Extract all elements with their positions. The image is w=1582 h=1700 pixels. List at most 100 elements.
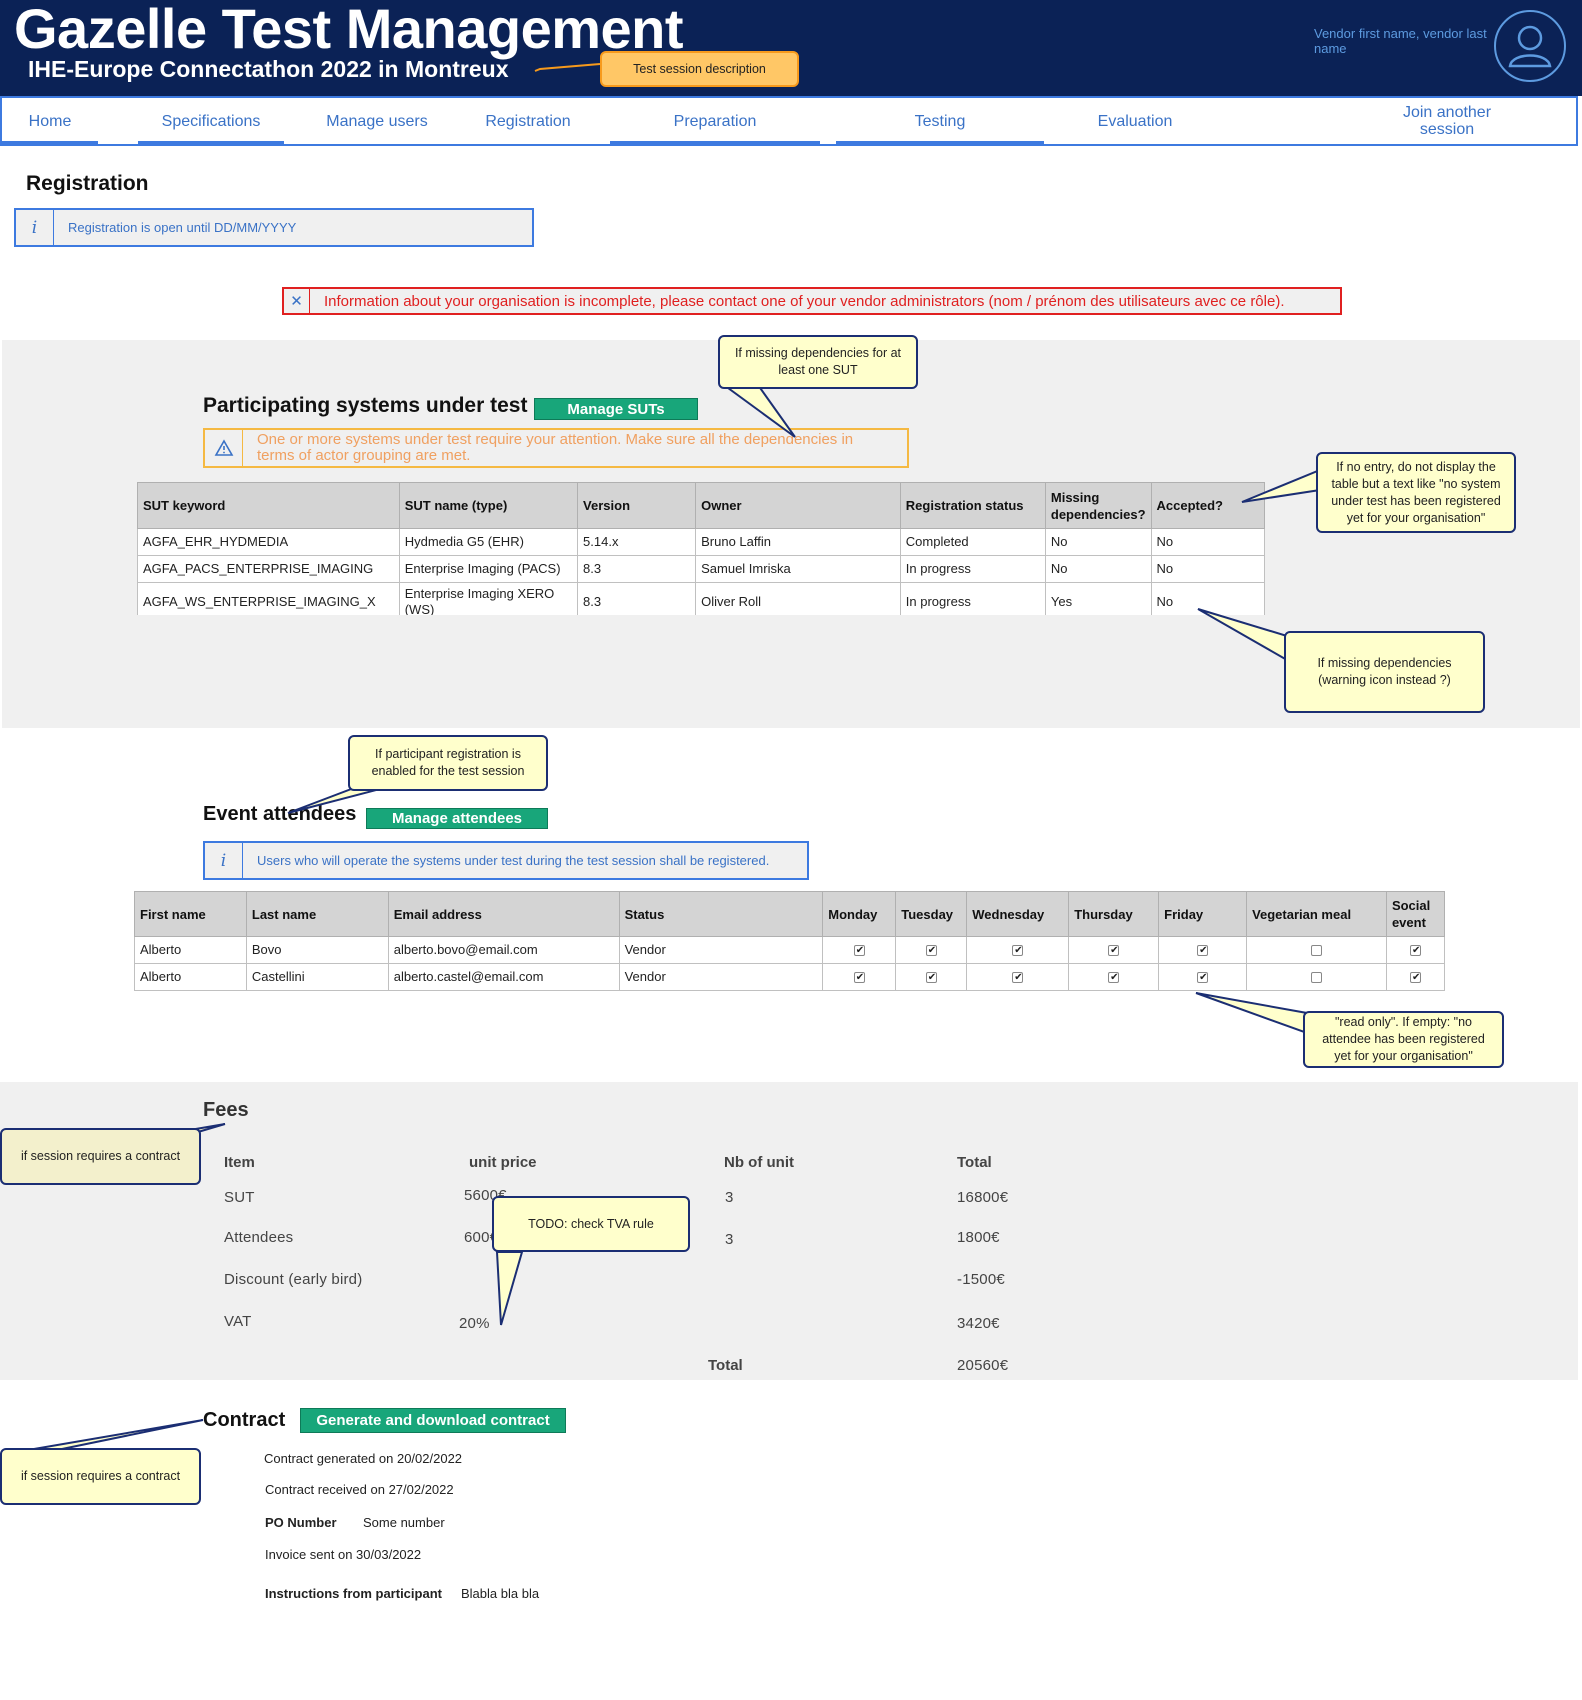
- session-title: IHE-Europe Connectathon 2022 in Montreux: [28, 56, 509, 82]
- nav-manage-users[interactable]: Manage users: [312, 98, 442, 144]
- sut-missing-deps: No: [1044, 528, 1152, 556]
- close-icon[interactable]: ✕: [284, 289, 310, 313]
- tuesday-checkbox: [925, 943, 937, 959]
- sut-keyword: AGFA_PACS_ENTERPRISE_IMAGING: [137, 555, 400, 583]
- att-col-social: Social event: [1385, 891, 1446, 937]
- user-icon[interactable]: [1494, 10, 1566, 82]
- att-status: Vendor: [618, 936, 824, 964]
- vegetarian-checkbox: [1311, 945, 1322, 957]
- contract-generated: Contract generated on 20/02/2022: [264, 1451, 463, 1466]
- registration-info-banner: i Registration is open until DD/MM/YYYY: [14, 208, 534, 247]
- fees-grand-total: 20560€: [957, 1357, 1009, 1374]
- sut-warning-banner: One or more systems under test require y…: [203, 428, 909, 468]
- error-text: Information about your organisation is i…: [324, 292, 1285, 310]
- manage-suts-button[interactable]: Manage SUTs: [534, 398, 698, 420]
- nav-testing[interactable]: Testing: [836, 98, 1044, 144]
- nav-testing-underline: [836, 141, 1044, 144]
- fees-col-nb: Nb of unit: [724, 1154, 794, 1171]
- attendees-table: First name Last name Email address Statu…: [134, 891, 1446, 991]
- callout-contract: if session requires a contract: [0, 1448, 201, 1505]
- nav-registration[interactable]: Registration: [468, 98, 588, 144]
- monday-checkbox: [853, 970, 865, 986]
- nav-specifications[interactable]: Specifications: [138, 98, 284, 144]
- sut-status: In progress: [899, 582, 1046, 615]
- sut-status: In progress: [899, 555, 1046, 583]
- attendees-info-text: Users who will operate the systems under…: [257, 853, 770, 868]
- nav-home[interactable]: Home: [2, 98, 98, 144]
- fee-total: 1800€: [957, 1229, 1000, 1246]
- sut-version: 8.3: [577, 555, 697, 583]
- wednesday-checkbox: [1012, 970, 1024, 986]
- fee-nb: 3: [725, 1231, 734, 1248]
- nav-preparation-underline: [610, 141, 820, 144]
- att-col-thursday: Thursday: [1068, 891, 1160, 937]
- fee-item: VAT: [224, 1313, 252, 1330]
- nav-home-underline: [2, 141, 98, 144]
- table-row[interactable]: Alberto Castellini alberto.castel@email.…: [134, 963, 1446, 991]
- manage-attendees-button[interactable]: Manage attendees: [366, 808, 548, 829]
- att-col-email: Email address: [387, 891, 620, 937]
- nav-specifications-underline: [138, 141, 284, 144]
- friday-checkbox: [1197, 943, 1209, 959]
- registration-info-text: Registration is open until DD/MM/YYYY: [68, 220, 297, 235]
- user-name[interactable]: Vendor first name, vendor last name: [1314, 26, 1494, 56]
- att-col-tuesday: Tuesday: [895, 891, 968, 937]
- table-row[interactable]: Alberto Bovo alberto.bovo@email.com Vend…: [134, 936, 1446, 964]
- att-col-vegetarian: Vegetarian meal: [1246, 891, 1387, 937]
- fee-item: Discount (early bird): [224, 1271, 363, 1288]
- att-col-last: Last name: [245, 891, 389, 937]
- main-nav: Home Specifications Manage users Registr…: [0, 96, 1578, 146]
- sut-accepted: No: [1150, 582, 1265, 615]
- fee-total: 3420€: [957, 1315, 1000, 1332]
- sut-col-status: Registration status: [899, 482, 1046, 529]
- wednesday-checkbox: [1012, 943, 1024, 959]
- sut-col-keyword: SUT keyword: [137, 482, 400, 529]
- attendees-section-title: Event attendees: [203, 803, 357, 825]
- table-row[interactable]: AGFA_WS_ENTERPRISE_IMAGING_X Enterprise …: [137, 582, 1265, 615]
- instructions-value: Blabla bla bla: [461, 1586, 540, 1601]
- sut-accepted: No: [1150, 555, 1265, 583]
- sut-status: Completed: [899, 528, 1046, 556]
- thursday-checkbox: [1108, 970, 1120, 986]
- table-row[interactable]: AGFA_EHR_HYDMEDIA Hydmedia G5 (EHR) 5.14…: [137, 528, 1265, 556]
- callout-missing-deps-icon: If missing dependencies (warning icon in…: [1284, 631, 1485, 713]
- att-email: alberto.castel@email.com: [387, 963, 620, 991]
- contract-section-title: Contract: [203, 1409, 286, 1431]
- fee-total: -1500€: [957, 1271, 1005, 1288]
- nav-preparation[interactable]: Preparation: [610, 98, 820, 144]
- att-email: alberto.bovo@email.com: [387, 936, 620, 964]
- friday-checkbox: [1197, 970, 1209, 986]
- invoice-sent: Invoice sent on 30/03/2022: [265, 1547, 422, 1562]
- callout-session-description: Test session description: [600, 51, 799, 87]
- att-first: Alberto: [134, 963, 247, 991]
- sut-keyword: AGFA_WS_ENTERPRISE_IMAGING_X: [137, 582, 400, 615]
- callout-participant-registration: If participant registration is enabled f…: [348, 735, 548, 791]
- fees-col-item: Item: [224, 1154, 255, 1171]
- generate-contract-button[interactable]: Generate and download contract: [300, 1408, 566, 1433]
- sut-version: 5.14.x: [577, 528, 697, 556]
- table-row[interactable]: AGFA_PACS_ENTERPRISE_IMAGING Enterprise …: [137, 555, 1265, 583]
- callout-read-only: "read only". If empty: "no attendee has …: [1303, 1011, 1504, 1068]
- fee-nb: 3: [725, 1189, 734, 1206]
- thursday-checkbox: [1108, 943, 1120, 959]
- sut-col-accepted: Accepted?: [1150, 482, 1265, 529]
- app-title: Gazelle Test Management: [14, 0, 684, 60]
- info-icon: i: [205, 843, 243, 878]
- po-number-label: PO Number: [265, 1515, 337, 1530]
- warning-icon: [205, 430, 243, 466]
- social-event-checkbox: [1409, 943, 1421, 959]
- fee-item: Attendees: [224, 1229, 294, 1246]
- sut-owner: Samuel Imriska: [695, 555, 901, 583]
- vegetarian-checkbox: [1311, 972, 1322, 984]
- fees-grand-total-label: Total: [708, 1357, 743, 1374]
- nav-join-session[interactable]: Join another session: [1392, 98, 1502, 144]
- sut-table-clip: SUT keyword SUT name (type) Version Owne…: [137, 482, 1265, 615]
- monday-checkbox: [853, 943, 865, 959]
- social-event-checkbox: [1409, 970, 1421, 986]
- page-title: Registration: [26, 172, 149, 195]
- sut-missing-deps: Yes: [1044, 582, 1152, 615]
- sut-name: Enterprise Imaging XERO (WS): [398, 582, 579, 615]
- nav-evaluation[interactable]: Evaluation: [1068, 98, 1202, 144]
- fee-unit-price: 20%: [459, 1315, 490, 1332]
- sut-col-version: Version: [577, 482, 697, 529]
